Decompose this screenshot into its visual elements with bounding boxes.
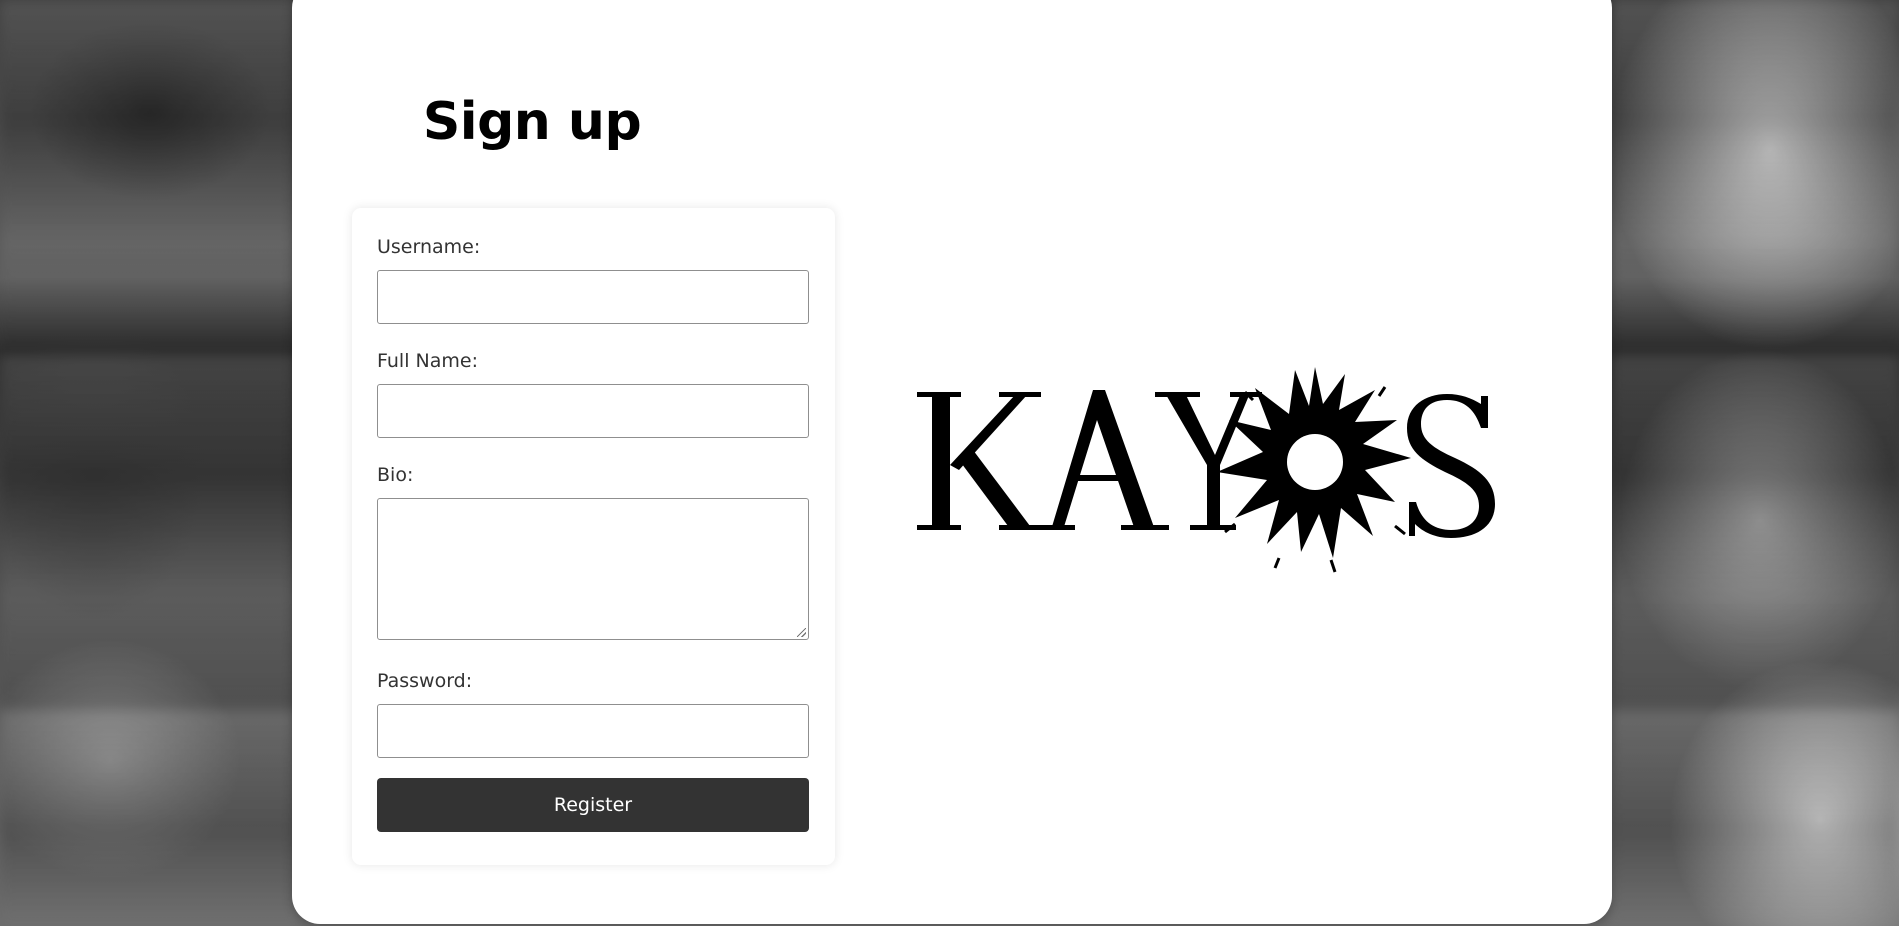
fullname-input[interactable] <box>377 384 809 438</box>
signup-form: Username: Full Name: Bio: Password: Regi… <box>352 208 835 865</box>
bio-label: Bio: <box>377 464 414 486</box>
page-title: Sign up <box>422 92 642 152</box>
register-button[interactable]: Register <box>377 778 809 832</box>
password-label: Password: <box>377 670 473 692</box>
password-input[interactable] <box>377 704 809 758</box>
username-label: Username: <box>377 236 481 258</box>
username-input[interactable] <box>377 270 809 324</box>
bio-textarea[interactable] <box>377 498 809 640</box>
fullname-label: Full Name: <box>377 350 478 372</box>
kayos-logo <box>917 367 1495 573</box>
resize-grip-icon[interactable] <box>797 628 806 637</box>
